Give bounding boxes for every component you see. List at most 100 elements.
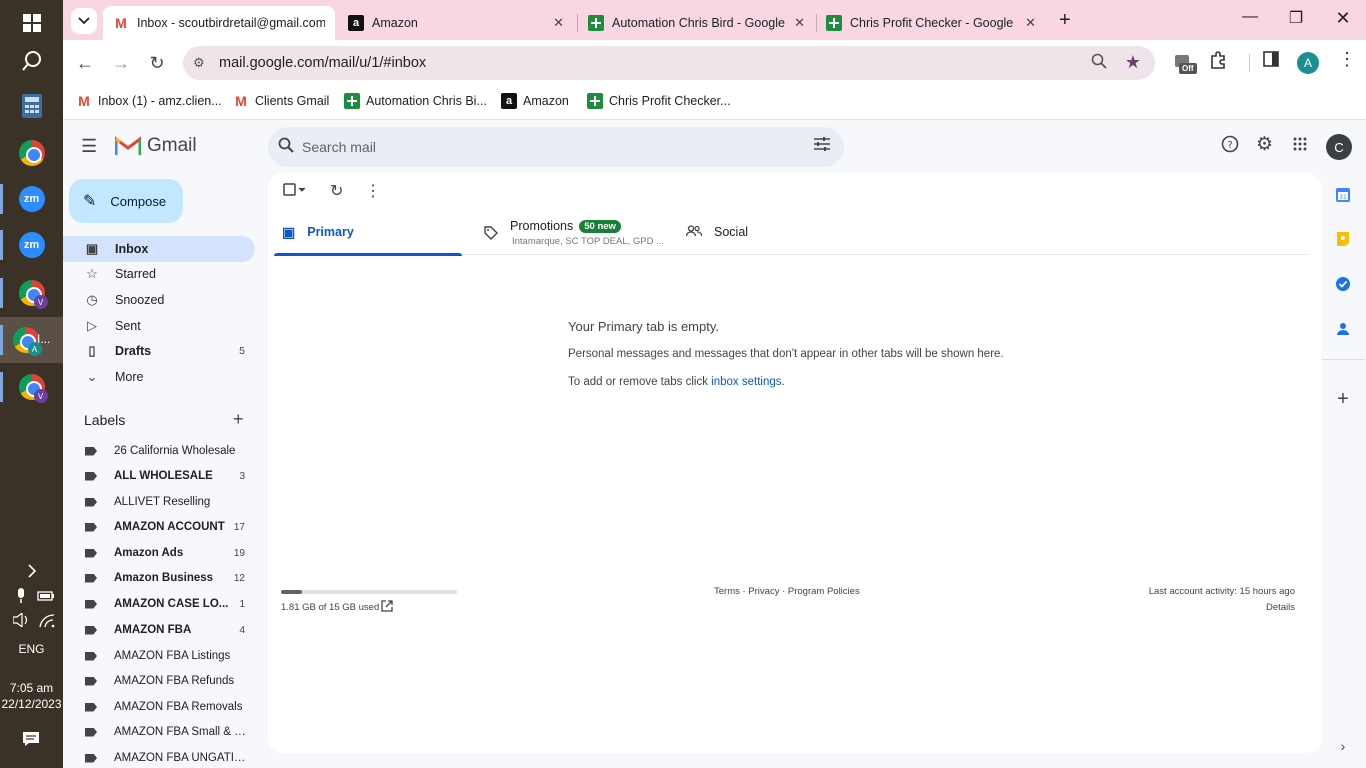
chrome-profile-a-active-icon[interactable]: A I... bbox=[0, 317, 63, 363]
close-window-icon[interactable]: ✕ bbox=[1320, 8, 1366, 29]
more-options-icon[interactable]: ⋮ bbox=[365, 181, 381, 201]
calculator-icon[interactable] bbox=[0, 83, 63, 129]
extensions-puzzle-icon[interactable] bbox=[1209, 51, 1227, 74]
bookmark-item[interactable]: Chris Profit Checker... bbox=[587, 93, 731, 109]
settings-gear-icon[interactable]: ⚙ bbox=[1256, 133, 1273, 156]
microphone-icon[interactable] bbox=[15, 588, 27, 609]
bookmark-item[interactable]: M Clients Gmail bbox=[233, 93, 329, 109]
search-icon[interactable] bbox=[0, 38, 63, 84]
google-apps-icon[interactable] bbox=[1293, 135, 1307, 156]
sheets-favicon-icon bbox=[588, 15, 604, 31]
inbox-settings-link[interactable]: inbox settings bbox=[711, 376, 781, 388]
empty-state-title: Your Primary tab is empty. bbox=[568, 319, 719, 334]
zoom-app-icon-2[interactable]: zm bbox=[0, 222, 63, 268]
wifi-icon[interactable] bbox=[39, 614, 55, 633]
restore-window-icon[interactable]: ❐ bbox=[1273, 8, 1319, 28]
label-item[interactable]: ALL WHOLESALE 3 bbox=[63, 464, 255, 488]
extension-off-icon[interactable]: Off bbox=[1173, 53, 1197, 80]
footer-policy-links[interactable]: Terms · Privacy · Program Policies bbox=[714, 586, 860, 597]
tab-promotions[interactable]: Promotions 50 new Intamarque, SC TOP DEA… bbox=[484, 209, 684, 255]
refresh-icon[interactable]: ↻ bbox=[330, 181, 343, 201]
browser-tab-automation-sheet[interactable]: Automation Chris Bird - Google Sheets ✕ bbox=[578, 6, 815, 40]
close-tab-icon[interactable]: ✕ bbox=[794, 15, 805, 31]
sidebar-item-inbox[interactable]: ▣ Inbox bbox=[63, 236, 255, 262]
zoom-app-icon[interactable]: zm bbox=[0, 176, 63, 222]
help-icon[interactable]: ? bbox=[1221, 135, 1239, 158]
language-indicator[interactable]: ENG bbox=[0, 642, 63, 656]
side-panel-icon[interactable] bbox=[1263, 51, 1279, 72]
keep-notes-icon[interactable] bbox=[1335, 231, 1351, 247]
label-item[interactable]: AMAZON CASE LO... 1 bbox=[63, 592, 255, 616]
add-label-plus-icon[interactable]: + bbox=[233, 409, 244, 430]
label-item[interactable]: AMAZON FBA Listings bbox=[63, 644, 255, 668]
label-item[interactable]: AMAZON FBA Small & Li... bbox=[63, 720, 255, 744]
chrome-profile-v-icon[interactable]: V bbox=[0, 270, 63, 316]
sidebar-item-snoozed[interactable]: ◷ Snoozed bbox=[63, 287, 255, 313]
browser-tab-gmail[interactable]: M Inbox - scoutbirdretail@gmail.com bbox=[103, 6, 335, 40]
label-item[interactable]: AMAZON FBA UNGATING bbox=[63, 746, 255, 768]
chevron-right-icon[interactable] bbox=[0, 549, 63, 593]
zoom-magnifier-icon[interactable] bbox=[1091, 53, 1107, 74]
browser-tab-profit-checker[interactable]: Chris Profit Checker - Google Sheets ✕ bbox=[816, 6, 1046, 40]
select-all-checkbox[interactable] bbox=[283, 183, 307, 200]
tab-social[interactable]: Social bbox=[685, 209, 846, 255]
label-item[interactable]: AMAZON FBA Removals bbox=[63, 695, 255, 719]
tab-search-button[interactable] bbox=[71, 8, 97, 34]
chrome-menu-icon[interactable]: ⋮ bbox=[1338, 49, 1356, 70]
label-item[interactable]: Amazon Business 12 bbox=[63, 566, 255, 590]
get-addons-plus-icon[interactable]: + bbox=[1335, 388, 1351, 410]
bookmark-label: Inbox (1) - amz.clien... bbox=[98, 94, 222, 108]
bookmark-item[interactable]: a Amazon bbox=[501, 93, 569, 109]
sidebar-item-more[interactable]: ⌄ More bbox=[63, 364, 255, 390]
search-mail-input[interactable]: Search mail bbox=[268, 127, 844, 167]
label-name: AMAZON CASE LO... bbox=[114, 598, 229, 610]
address-bar[interactable]: ⚙ mail.google.com/mail/u/1/#inbox ★ bbox=[183, 46, 1155, 80]
search-icon[interactable] bbox=[278, 137, 294, 158]
label-name: Amazon Ads bbox=[114, 547, 184, 559]
activity-details-link[interactable]: Details bbox=[1266, 602, 1295, 613]
label-item[interactable]: ALLIVET Reselling bbox=[63, 490, 255, 514]
gmail-logo[interactable]: Gmail bbox=[115, 135, 197, 157]
clock-time[interactable]: 7:05 am bbox=[0, 681, 63, 695]
site-settings-icon[interactable]: ⚙ bbox=[193, 55, 205, 71]
sidebar-item-drafts[interactable]: ▯ Drafts 5 bbox=[63, 338, 255, 364]
tab-label: Primary bbox=[307, 225, 354, 239]
contacts-icon[interactable] bbox=[1335, 321, 1351, 337]
label-item[interactable]: AMAZON ACCOUNT 17 bbox=[63, 515, 255, 539]
sidebar-item-sent[interactable]: ▷ Sent bbox=[63, 313, 255, 339]
bookmark-item[interactable]: Automation Chris Bi... bbox=[344, 93, 487, 109]
bookmark-star-icon[interactable]: ★ bbox=[1125, 52, 1141, 73]
chevron-right-icon[interactable]: › bbox=[1335, 738, 1351, 754]
sidebar-item-starred[interactable]: ☆ Starred bbox=[63, 261, 255, 287]
label-item[interactable]: Amazon Ads 19 bbox=[63, 541, 255, 565]
close-tab-icon[interactable]: ✕ bbox=[553, 15, 564, 31]
clock-date[interactable]: 22/12/2023 bbox=[0, 697, 63, 711]
reload-icon[interactable]: ↻ bbox=[144, 50, 170, 76]
tasks-icon[interactable] bbox=[1335, 276, 1351, 292]
sidebar-item-label: Snoozed bbox=[115, 293, 165, 307]
close-tab-icon[interactable]: ✕ bbox=[1025, 15, 1036, 31]
label-item[interactable]: AMAZON FBA 4 bbox=[63, 618, 255, 642]
notifications-icon[interactable] bbox=[22, 731, 40, 752]
label-item[interactable]: AMAZON FBA Refunds bbox=[63, 669, 255, 693]
label-item[interactable]: 26 California Wholesale bbox=[63, 439, 255, 463]
minimize-icon[interactable]: — bbox=[1227, 8, 1273, 26]
open-external-icon[interactable] bbox=[381, 600, 393, 615]
chrome-icon[interactable] bbox=[0, 130, 63, 176]
account-avatar[interactable]: C bbox=[1326, 134, 1352, 160]
chrome-profile-avatar[interactable]: A bbox=[1297, 52, 1319, 74]
main-menu-icon[interactable]: ☰ bbox=[81, 136, 97, 157]
bookmark-item[interactable]: M Inbox (1) - amz.clien... bbox=[76, 93, 222, 109]
chevron-down-icon bbox=[78, 17, 90, 25]
search-options-icon[interactable] bbox=[814, 136, 830, 156]
chrome-profile-v2-icon[interactable]: V bbox=[0, 364, 63, 410]
calendar-icon[interactable]: 31 bbox=[1335, 187, 1351, 203]
browser-tab-amazon[interactable]: a Amazon ✕ bbox=[338, 6, 574, 40]
compose-button[interactable]: ✎ Compose bbox=[69, 179, 183, 223]
tab-primary[interactable]: ▣ Primary bbox=[274, 209, 462, 256]
new-tab-plus-icon[interactable]: + bbox=[1059, 9, 1071, 32]
volume-icon[interactable] bbox=[12, 611, 31, 632]
forward-arrow-icon[interactable]: → bbox=[108, 50, 134, 76]
battery-icon[interactable] bbox=[37, 589, 55, 607]
back-arrow-icon[interactable]: ← bbox=[72, 50, 98, 76]
